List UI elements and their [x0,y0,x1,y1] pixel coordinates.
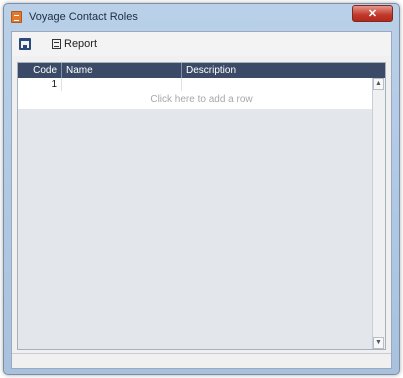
scroll-down-icon[interactable]: ▼ [373,337,384,349]
data-grid: Code Name Description 1 Click here to ad… [17,62,386,350]
grid-header: Code Name Description [18,63,385,78]
app-icon [11,11,22,23]
window: Voyage Contact Roles ✕ Report Code Name … [3,3,400,375]
add-row-prompt[interactable]: Click here to add a row [18,91,385,109]
scroll-up-icon[interactable]: ▲ [373,78,384,90]
save-icon[interactable] [19,38,31,50]
report-button[interactable]: Report [52,36,97,52]
column-header-name[interactable]: Name [62,63,182,78]
report-label: Report [64,38,98,50]
column-header-code[interactable]: Code [18,63,62,78]
cell-name[interactable] [62,78,182,91]
close-button[interactable]: ✕ [352,5,393,22]
title-bar[interactable]: Voyage Contact Roles ✕ [4,4,399,30]
window-title: Voyage Contact Roles [29,11,138,23]
table-row[interactable]: 1 [18,78,385,91]
vertical-scrollbar[interactable]: ▲ ▼ [372,78,385,349]
client-area: Report Code Name Description 1 Click her… [11,31,392,369]
cell-description[interactable] [182,78,385,91]
close-icon: ✕ [367,8,378,20]
report-icon [52,39,61,49]
cell-code[interactable]: 1 [18,78,62,91]
toolbar: Report [12,32,391,56]
column-header-description[interactable]: Description [182,63,385,78]
status-bar [12,353,391,368]
